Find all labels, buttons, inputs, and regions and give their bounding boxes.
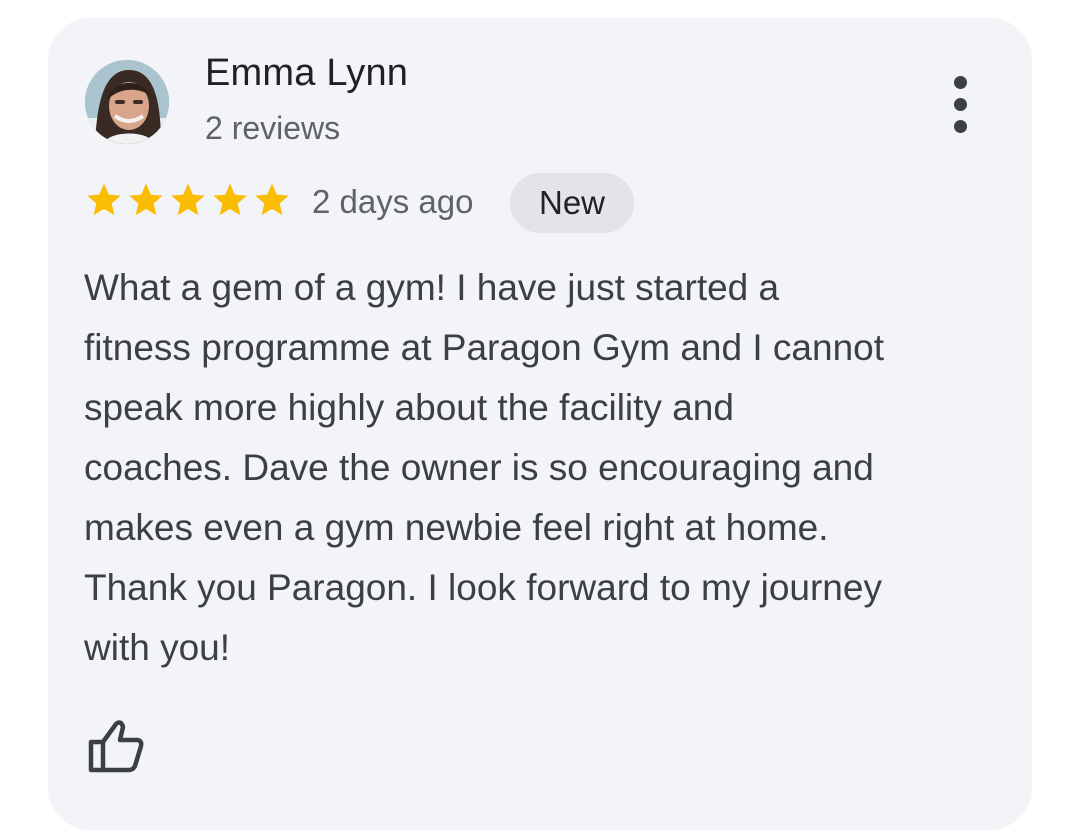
star-icon — [129, 183, 163, 216]
star-icon — [213, 183, 247, 216]
avatar[interactable] — [85, 60, 169, 144]
more-vert-icon — [954, 76, 967, 89]
review-text-line: speak more highly about the facility and — [84, 387, 734, 428]
new-badge: New — [510, 173, 634, 233]
star-icon — [255, 183, 289, 216]
star-icon — [171, 183, 205, 216]
review-text: What a gem of a gym! I have just started… — [84, 258, 1004, 678]
star-icon — [87, 183, 121, 216]
author-review-count[interactable]: 2 reviews — [205, 110, 340, 147]
review-text-line: fitness programme at Paragon Gym and I c… — [84, 327, 885, 368]
review-text-line: What a gem of a gym! I have just started… — [84, 267, 780, 308]
more-vert-icon-dot — [954, 120, 967, 133]
review-text-line: with you! — [84, 627, 231, 668]
review-text-line: Thank you Paragon. I look forward to my … — [84, 567, 882, 608]
author-name[interactable]: Emma Lynn — [205, 52, 408, 95]
review-text-line: coaches. Dave the owner is so encouragin… — [84, 447, 874, 488]
review-date: 2 days ago — [312, 183, 474, 220]
more-vert-icon-dot — [954, 98, 967, 111]
more-options-button[interactable] — [936, 70, 984, 138]
review-text-line: makes even a gym newbie feel right at ho… — [84, 507, 829, 548]
like-button[interactable] — [86, 718, 146, 774]
thumb-up-icon — [88, 720, 144, 773]
review-card: Emma Lynn 2 reviews 2 days ago New What … — [48, 18, 1032, 830]
